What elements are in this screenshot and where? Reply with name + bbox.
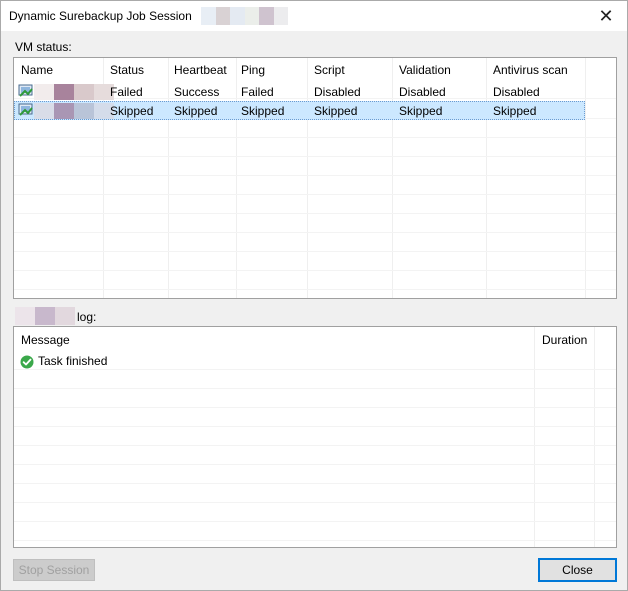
close-icon[interactable]: ✕ <box>595 5 617 27</box>
col-header-validation[interactable]: Validation <box>399 63 451 77</box>
col-header-ping[interactable]: Ping <box>241 63 265 77</box>
vm-antivirus-cell: Skipped <box>493 104 537 118</box>
success-check-icon <box>20 355 34 369</box>
window-title: Dynamic Surebackup Job Session <box>9 9 192 23</box>
vm-script-cell: Skipped <box>314 104 358 118</box>
stop-session-button[interactable]: Stop Session <box>13 559 95 581</box>
vm-status-row[interactable]: Failed Success Failed Disabled Disabled … <box>14 82 585 101</box>
vm-antivirus-cell: Disabled <box>493 85 540 99</box>
redacted-vm-name <box>34 84 114 100</box>
vm-status-cell: Skipped <box>110 104 154 118</box>
vm-ping-cell: Failed <box>241 85 274 99</box>
col-header-duration[interactable]: Duration <box>542 333 587 347</box>
vm-status-cell: Failed <box>110 85 143 99</box>
vm-validation-cell: Skipped <box>399 104 443 118</box>
col-header-message[interactable]: Message <box>21 333 70 347</box>
job-session-dialog: Dynamic Surebackup Job Session ✕ VM stat… <box>0 0 628 591</box>
vm-icon <box>18 84 33 97</box>
close-button[interactable]: Close <box>538 558 617 582</box>
vm-icon <box>18 103 33 116</box>
log-message-cell: Task finished <box>38 354 108 368</box>
vm-ping-cell: Skipped <box>241 104 285 118</box>
redacted-job-name <box>201 7 288 25</box>
vm-script-cell: Disabled <box>314 85 361 99</box>
col-header-name[interactable]: Name <box>21 63 53 77</box>
redacted-vm-log-name <box>15 307 75 325</box>
log-row[interactable]: Task finished <box>14 352 534 371</box>
redacted-vm-name <box>34 103 114 119</box>
log-grid[interactable]: Message Duration Task finished <box>13 326 617 548</box>
title-bar: Dynamic Surebackup Job Session ✕ <box>1 1 627 31</box>
vm-status-label: VM status: <box>15 40 72 54</box>
vm-status-header: Name Status Heartbeat Ping Script Valida… <box>14 58 616 80</box>
vm-validation-cell: Disabled <box>399 85 446 99</box>
log-label: log: <box>77 310 97 324</box>
vm-status-grid[interactable]: Name Status Heartbeat Ping Script Valida… <box>13 57 617 299</box>
vm-heartbeat-cell: Skipped <box>174 104 218 118</box>
col-header-antivirus[interactable]: Antivirus scan <box>493 63 568 77</box>
vm-status-row-selected[interactable]: Skipped Skipped Skipped Skipped Skipped … <box>14 101 585 120</box>
vm-heartbeat-cell: Success <box>174 85 220 99</box>
col-header-status[interactable]: Status <box>110 63 144 77</box>
col-header-heartbeat[interactable]: Heartbeat <box>174 63 227 77</box>
col-header-script[interactable]: Script <box>314 63 345 77</box>
